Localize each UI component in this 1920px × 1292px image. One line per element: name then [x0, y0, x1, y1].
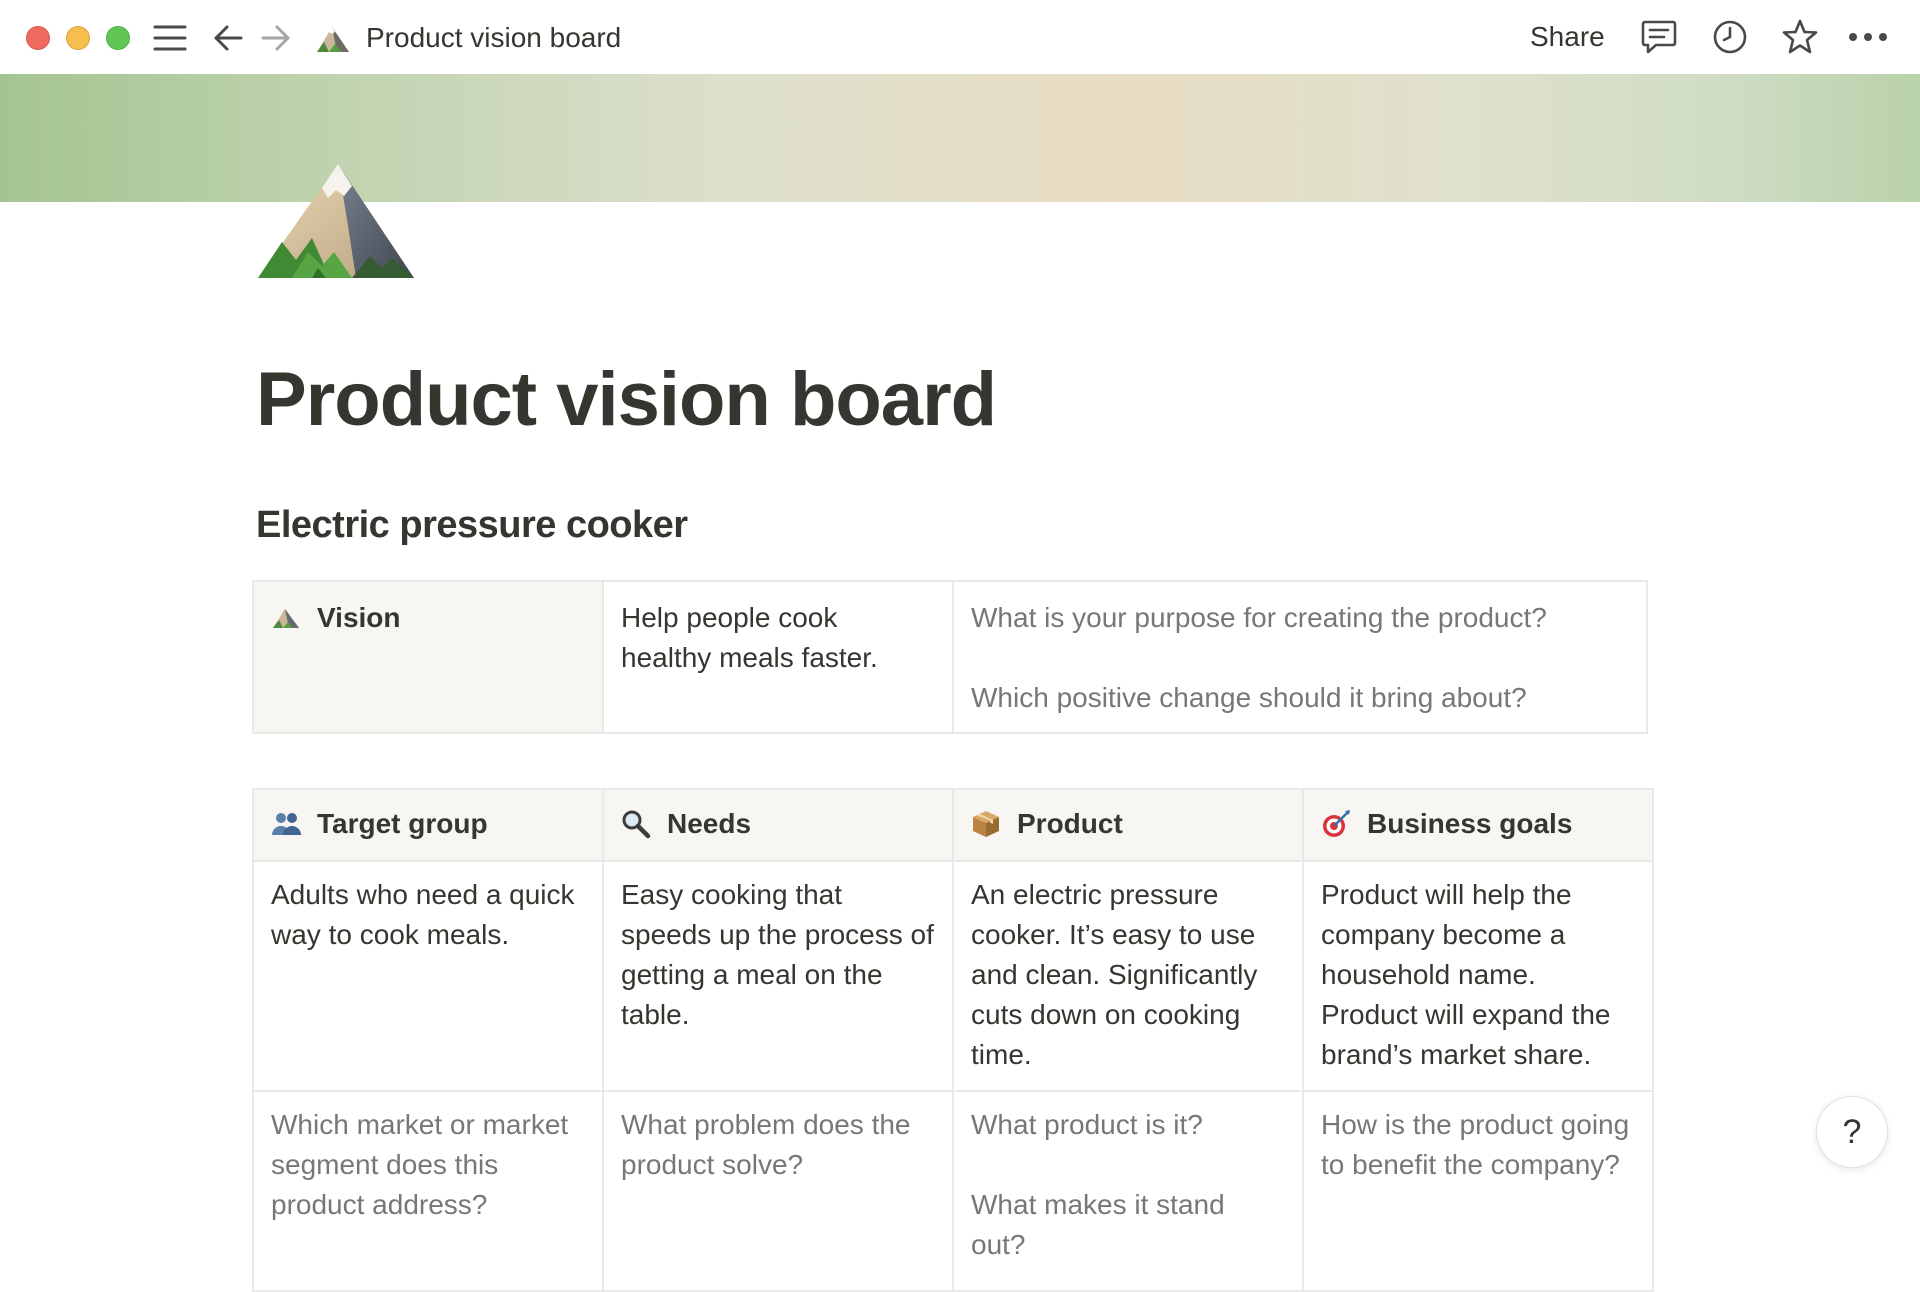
column-label: Needs — [667, 808, 752, 839]
package-icon — [971, 809, 1001, 839]
hint-cell-product[interactable]: What product is it? What makes it stand … — [952, 1090, 1304, 1292]
page-title[interactable]: Product vision board — [256, 356, 997, 443]
mountain-icon[interactable] — [252, 156, 420, 286]
hint-cell-business-goals[interactable]: How is the product going to benefit the … — [1302, 1090, 1654, 1292]
answer-cell-target-group[interactable]: Adults who need a quick way to cook meal… — [252, 860, 604, 1092]
vision-statement-cell[interactable]: Help people cook healthy meals faster. — [602, 580, 954, 734]
table-header-row: Target group Needs Product Business goal… — [252, 788, 1654, 862]
hint-text: What problem does the product solve? — [621, 1109, 911, 1180]
section-heading[interactable]: Electric pressure cooker — [256, 504, 688, 547]
table-row: Which market or market segment does this… — [252, 1090, 1654, 1292]
sidebar-menu-icon[interactable] — [152, 20, 188, 56]
answer-cell-needs[interactable]: Easy cooking that speeds up the process … — [602, 860, 954, 1092]
table-row: Adults who need a quick way to cook meal… — [252, 860, 1654, 1092]
hint-cell-target-group[interactable]: Which market or market segment does this… — [252, 1090, 604, 1292]
share-button[interactable]: Share — [1518, 18, 1617, 56]
target-icon — [1321, 809, 1351, 839]
vision-hint-change: Which positive change should it bring ab… — [971, 682, 1527, 713]
mountain-icon — [271, 603, 301, 633]
back-arrow-icon[interactable] — [210, 20, 246, 56]
help-button[interactable]: ? — [1816, 1096, 1888, 1168]
mountain-icon — [314, 20, 352, 58]
hint-cell-needs[interactable]: What problem does the product solve? — [602, 1090, 954, 1292]
top-bar: Product vision board Share — [0, 0, 1920, 74]
column-label: Product — [1017, 808, 1123, 839]
table-row: Vision Help people cook healthy meals fa… — [252, 580, 1648, 734]
answer-cell-business-goals[interactable]: Product will help the company become a h… — [1302, 860, 1654, 1092]
column-header-product[interactable]: Product — [952, 788, 1304, 862]
magnifier-icon — [621, 809, 651, 839]
column-header-needs[interactable]: Needs — [602, 788, 954, 862]
vision-board-table: Target group Needs Product Business goal… — [252, 788, 1654, 1292]
hint-text: Which market or market segment does this… — [271, 1109, 569, 1220]
breadcrumb-page-title[interactable]: Product vision board — [366, 20, 621, 56]
column-label: Target group — [317, 808, 488, 839]
vision-hint-purpose: What is your purpose for creating the pr… — [971, 602, 1547, 633]
favorite-star-icon[interactable] — [1779, 16, 1821, 58]
more-options-icon[interactable] — [1847, 16, 1889, 58]
hint-text: How is the product going to benefit the … — [1321, 1109, 1630, 1180]
vision-statement: Help people cook healthy meals faster. — [621, 602, 878, 673]
close-window-button[interactable] — [26, 26, 50, 50]
maximize-window-button[interactable] — [106, 26, 130, 50]
forward-arrow-icon[interactable] — [258, 20, 294, 56]
minimize-window-button[interactable] — [66, 26, 90, 50]
column-header-target-group[interactable]: Target group — [252, 788, 604, 862]
hint-text: What product is it? — [971, 1109, 1203, 1140]
history-clock-icon[interactable] — [1709, 16, 1751, 58]
column-header-business-goals[interactable]: Business goals — [1302, 788, 1654, 862]
people-icon — [271, 809, 301, 839]
vision-table: Vision Help people cook healthy meals fa… — [252, 580, 1648, 734]
column-label: Business goals — [1367, 808, 1573, 839]
vision-label-cell[interactable]: Vision — [252, 580, 604, 734]
answer-cell-product[interactable]: An electric pressure cooker. It’s easy t… — [952, 860, 1304, 1092]
vision-label: Vision — [317, 602, 401, 633]
vision-hint-cell[interactable]: What is your purpose for creating the pr… — [952, 580, 1648, 734]
comment-icon[interactable] — [1638, 16, 1680, 58]
